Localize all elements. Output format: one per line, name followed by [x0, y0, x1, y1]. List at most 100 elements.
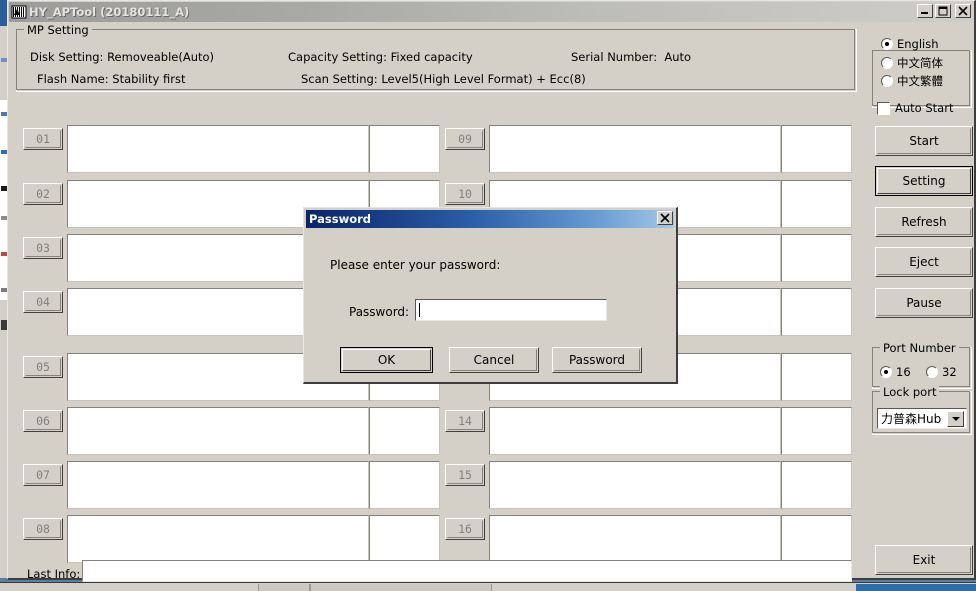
port-side-panel-01[interactable]	[369, 125, 440, 173]
port-button-09[interactable]: 09	[445, 128, 485, 150]
port-button-15[interactable]: 15	[445, 464, 485, 486]
auto-start-label: Auto Start	[895, 101, 953, 115]
port-side-panel-08[interactable]	[369, 515, 440, 563]
taskbar-tray[interactable]	[856, 584, 976, 591]
language-option-label: 中文简体	[897, 55, 943, 71]
title-bar[interactable]: HY_APTool (20180111_A)	[9, 2, 973, 22]
lock-port-selected-value: 力普森Hub	[881, 410, 941, 427]
setting-button-label: Setting	[903, 174, 946, 188]
chevron-down-icon[interactable]	[947, 411, 964, 427]
cancel-button[interactable]: Cancel	[449, 347, 539, 373]
port-side-panel-12[interactable]	[781, 288, 852, 336]
pause-button[interactable]: Pause	[875, 288, 973, 318]
language-option-traditional-chinese[interactable]: 中文繁體	[881, 73, 943, 89]
port-status-panel-09[interactable]	[489, 125, 781, 173]
lock-port-combobox[interactable]: 力普森Hub	[877, 408, 967, 429]
port-side-panel-09[interactable]	[781, 125, 852, 173]
port-status-panel-15[interactable]	[489, 461, 781, 509]
port-side-panel-16[interactable]	[781, 515, 852, 563]
port-button-02[interactable]: 02	[23, 183, 63, 205]
start-button[interactable]: Start	[875, 126, 973, 156]
port-button-label: 01	[36, 132, 50, 146]
port-side-panel-15[interactable]	[781, 461, 852, 509]
password-dialog-title-bar[interactable]: Password	[306, 210, 674, 228]
port-button-05[interactable]: 05	[23, 356, 63, 378]
auto-start-checkbox-row[interactable]: Auto Start	[877, 101, 953, 115]
refresh-button[interactable]: Refresh	[875, 207, 973, 237]
radio-icon	[881, 38, 893, 50]
scan-setting-label-text: Scan Setting:	[301, 72, 378, 86]
window-controls	[917, 4, 971, 18]
port-button-label: 10	[458, 187, 472, 201]
port-button-01[interactable]: 01	[23, 128, 63, 150]
port-button-03[interactable]: 03	[23, 237, 63, 259]
port-button-label: 09	[458, 132, 472, 146]
port-status-panel-16[interactable]	[489, 515, 781, 563]
port-status-panel-08[interactable]	[67, 515, 369, 563]
eject-button-label: Eject	[909, 255, 939, 269]
screen: HY_APTool (20180111_A) MP Setting Disk S…	[0, 0, 976, 591]
port-button-label: 08	[36, 522, 50, 536]
maximize-button[interactable]	[935, 4, 951, 18]
port-side-panel-10[interactable]	[781, 180, 852, 228]
close-button[interactable]	[955, 4, 971, 18]
app-icon	[11, 4, 27, 20]
taskbar-button[interactable]	[310, 584, 492, 591]
port-button-label: 04	[36, 295, 50, 309]
radio-icon	[881, 57, 893, 69]
text-caret	[419, 303, 420, 317]
port-button-08[interactable]: 08	[23, 518, 63, 540]
radio-icon	[880, 366, 892, 378]
port-button-16[interactable]: 16	[445, 518, 485, 540]
password-dialog-close-button[interactable]	[657, 211, 673, 225]
cancel-button-label: Cancel	[474, 353, 515, 367]
port-status-panel-01[interactable]	[67, 125, 369, 173]
port-side-panel-07[interactable]	[369, 461, 440, 509]
port-button-10[interactable]: 10	[445, 183, 485, 205]
port-button-06[interactable]: 06	[23, 410, 63, 432]
port-number-option-32[interactable]: 32	[926, 365, 957, 379]
port-status-panel-14[interactable]	[489, 407, 781, 455]
capacity-setting-label-text: Capacity Setting:	[288, 50, 387, 64]
checkbox-icon	[877, 102, 890, 115]
disk-setting-value: Removeable(Auto)	[107, 50, 214, 64]
port-button-04[interactable]: 04	[23, 291, 63, 313]
port-button-label: 16	[458, 522, 472, 536]
port-status-panel-06[interactable]	[67, 407, 369, 455]
flash-name-label-text: Flash Name:	[37, 72, 109, 86]
language-option-simplified-chinese[interactable]: 中文简体	[881, 55, 943, 71]
port-button-label: 15	[458, 468, 472, 482]
scan-setting-label: Scan Setting: Level5(High Level Format) …	[301, 72, 586, 86]
taskbar-button[interactable]	[258, 584, 310, 591]
minimize-button[interactable]	[917, 4, 933, 18]
port-button-14[interactable]: 14	[445, 410, 485, 432]
port-button-label: 14	[458, 414, 472, 428]
port-side-panel-06[interactable]	[369, 407, 440, 455]
port-number-option-16[interactable]: 16	[880, 365, 911, 379]
port-side-panel-13[interactable]	[781, 353, 852, 401]
password-button[interactable]: Password	[552, 347, 642, 373]
language-option-label: English	[897, 37, 939, 51]
port-side-panel-11[interactable]	[781, 234, 852, 282]
exit-button[interactable]: Exit	[875, 545, 973, 575]
port-button-07[interactable]: 07	[23, 464, 63, 486]
radio-icon	[926, 366, 938, 378]
language-option-english[interactable]: English	[881, 37, 939, 51]
password-dialog-title: Password	[309, 212, 371, 226]
eject-button[interactable]: Eject	[875, 247, 973, 277]
disk-setting-label-text: Disk Setting:	[30, 50, 103, 64]
password-dialog: Password Please enter your password: Pas…	[303, 207, 678, 384]
port-number-option-label: 16	[896, 365, 911, 379]
password-input[interactable]	[415, 299, 607, 321]
taskbar[interactable]	[0, 582, 976, 591]
setting-button[interactable]: Setting	[875, 166, 973, 196]
exit-button-label: Exit	[913, 553, 936, 567]
last-info-field[interactable]	[82, 560, 852, 582]
port-status-panel-07[interactable]	[67, 461, 369, 509]
ok-button[interactable]: OK	[340, 347, 433, 373]
port-button-label: 06	[36, 414, 50, 428]
port-number-group-title: Port Number	[880, 341, 959, 355]
ok-button-label: OK	[378, 353, 395, 367]
port-side-panel-14[interactable]	[781, 407, 852, 455]
port-number-option-label: 32	[942, 365, 957, 379]
